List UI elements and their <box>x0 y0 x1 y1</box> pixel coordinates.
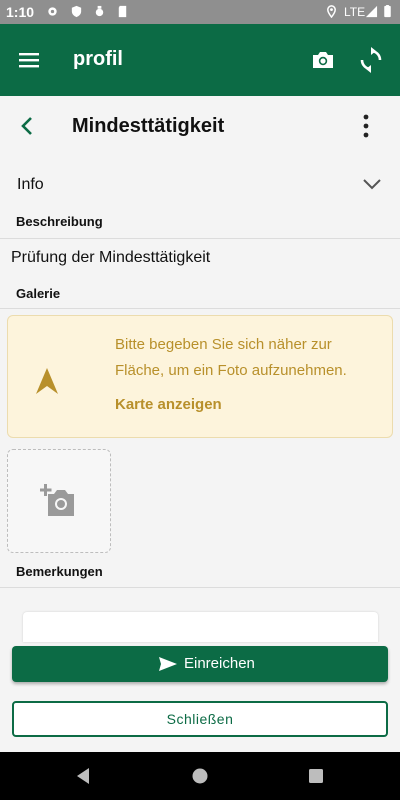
close-button[interactable]: Schließen <box>12 701 388 737</box>
divider <box>0 238 400 239</box>
app-bar: profil <box>0 24 400 96</box>
status-time: 1:10 <box>6 4 35 20</box>
location-warning-banner: Bitte begeben Sie sich näher zur Fläche,… <box>7 315 393 438</box>
info-label: Info <box>17 176 44 193</box>
description-text: Prüfung der Mindesttätigkeit <box>11 249 211 266</box>
gallery-heading: Galerie <box>16 286 61 301</box>
add-photo-icon <box>40 484 74 516</box>
banner-message: Bitte begeben Sie sich näher zur Fläche,… <box>115 336 347 379</box>
home-nav-icon[interactable] <box>190 766 210 786</box>
submit-label: Einreichen <box>184 655 255 672</box>
more-options-icon[interactable] <box>354 112 378 140</box>
recents-nav-icon[interactable] <box>306 766 326 786</box>
menu-icon[interactable] <box>13 44 45 76</box>
sd-card-status-icon <box>118 5 127 18</box>
page-title: Mindesttätigkeit <box>72 115 225 137</box>
close-label: Schließen <box>166 711 234 727</box>
send-icon <box>159 657 177 671</box>
navigation-arrow-icon <box>36 368 58 394</box>
location-status-icon <box>327 5 336 18</box>
remarks-heading: Bemerkungen <box>16 564 103 579</box>
show-map-link[interactable]: Karte anzeigen <box>115 396 222 413</box>
bug-status-icon <box>95 5 104 17</box>
divider <box>0 587 400 588</box>
description-heading: Beschreibung <box>16 214 103 229</box>
info-section-toggle[interactable]: Info <box>0 176 400 200</box>
system-nav-bar <box>0 752 400 800</box>
chevron-down-icon[interactable] <box>361 176 383 192</box>
add-photo-tile[interactable] <box>7 449 111 553</box>
sync-icon[interactable] <box>355 44 387 76</box>
status-bar: 1:10 LTE <box>0 0 400 24</box>
remarks-input[interactable] <box>23 612 378 642</box>
app-title: profil <box>73 48 123 70</box>
back-nav-icon[interactable] <box>74 766 94 786</box>
network-type: LTE <box>344 5 366 19</box>
back-arrow-icon[interactable] <box>16 114 40 138</box>
signal-status-icon <box>365 5 378 18</box>
battery-status-icon <box>384 5 391 18</box>
camera-icon[interactable] <box>307 44 339 76</box>
submit-button[interactable]: Einreichen <box>12 646 388 682</box>
settings-status-icon <box>48 7 57 16</box>
shield-status-icon <box>71 5 82 18</box>
page-header: Mindesttätigkeit <box>0 96 400 156</box>
divider <box>0 308 400 309</box>
